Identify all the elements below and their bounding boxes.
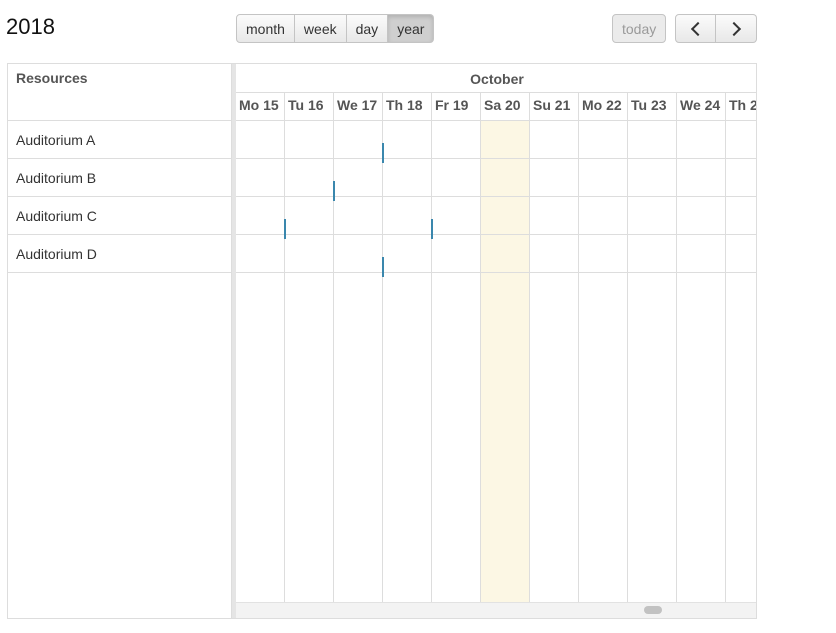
day-header: Fr 19	[435, 97, 469, 113]
scrollbar-thumb[interactable]	[644, 606, 662, 614]
event-bar[interactable]	[382, 257, 384, 277]
chevron-right-icon	[726, 21, 742, 36]
view-month-button[interactable]: month	[236, 14, 295, 43]
month-header: October	[236, 64, 756, 93]
day-header: Tu 23	[631, 97, 667, 113]
day-column-line	[529, 93, 530, 603]
day-header: Mo 22	[582, 97, 622, 113]
day-header: We 24	[680, 97, 721, 113]
timeline-grid: October Mo 15 Tu 16 We 17 Th 18 Fr 19 Sa 20 Su…	[236, 64, 756, 618]
event-bar[interactable]	[382, 143, 384, 163]
day-column-line	[578, 93, 579, 603]
row-line	[236, 196, 756, 197]
view-switcher: month week day year	[236, 14, 435, 43]
page-title: 2018	[6, 14, 55, 39]
today-group: today	[612, 14, 667, 43]
day-header: Th 25	[729, 97, 756, 113]
day-headers: Mo 15 Tu 16 We 17 Th 18 Fr 19 Sa 20 Su 21 Mo 22…	[236, 93, 756, 121]
day-header: Sa 20	[484, 97, 521, 113]
view-week-button[interactable]: week	[294, 14, 347, 43]
day-column-line	[676, 93, 677, 603]
day-columns	[236, 93, 756, 618]
view-year-button[interactable]: year	[388, 14, 435, 43]
view-day-button[interactable]: day	[346, 14, 389, 43]
day-header: Su 21	[533, 97, 571, 113]
day-column-line	[431, 93, 432, 603]
resource-column: Resources Auditorium A Auditorium B Audi…	[8, 64, 232, 618]
prev-button[interactable]	[675, 14, 716, 43]
today-button[interactable]: today	[612, 14, 667, 43]
event-bar[interactable]	[431, 219, 433, 239]
resource-row[interactable]: Auditorium C	[8, 197, 231, 235]
day-header: Th 18	[386, 97, 423, 113]
weekend-column	[481, 121, 530, 604]
resource-column-header: Resources	[8, 64, 231, 121]
resource-row[interactable]: Auditorium D	[8, 235, 231, 273]
day-header: We 17	[337, 97, 378, 113]
resource-timeline: Resources Auditorium A Auditorium B Audi…	[7, 63, 757, 619]
day-column-line	[284, 93, 285, 603]
row-line	[236, 158, 756, 159]
resource-row[interactable]: Auditorium B	[8, 159, 231, 197]
event-bar[interactable]	[333, 181, 335, 201]
horizontal-scrollbar[interactable]	[236, 602, 756, 618]
next-button[interactable]	[716, 14, 757, 43]
day-header: Mo 15	[239, 97, 279, 113]
row-line	[236, 272, 756, 273]
event-bar[interactable]	[284, 219, 286, 239]
date-navigation	[675, 14, 757, 43]
day-column-line	[627, 93, 628, 603]
day-column-line	[725, 93, 726, 603]
row-line	[236, 234, 756, 235]
resource-row[interactable]: Auditorium A	[8, 121, 231, 159]
day-header: Tu 16	[288, 97, 324, 113]
day-column-line	[333, 93, 334, 603]
chevron-left-icon	[690, 21, 705, 36]
day-column-line	[382, 93, 383, 603]
day-column-line	[480, 93, 481, 603]
